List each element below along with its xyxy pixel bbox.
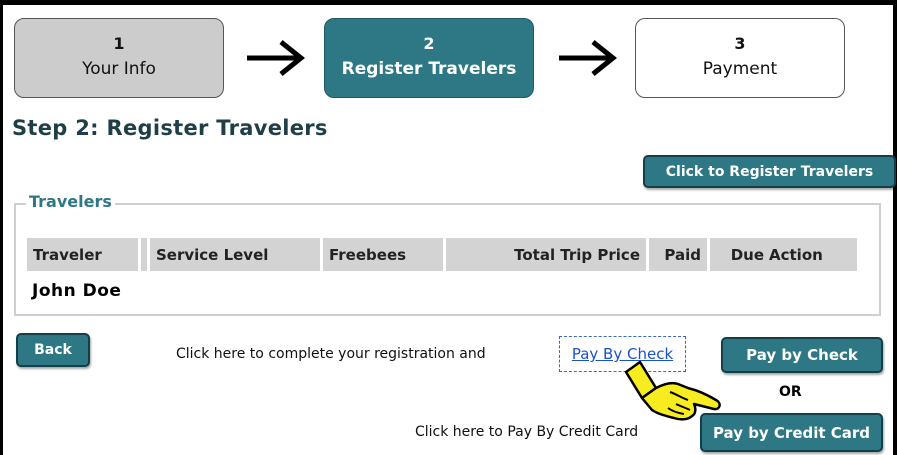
check-instruction-text: Click here to complete your registration… <box>176 346 486 362</box>
travelers-legend: Travelers <box>26 192 115 211</box>
step-number: 3 <box>734 34 746 53</box>
window-right-border <box>893 0 897 455</box>
step-number: 1 <box>113 34 125 53</box>
column-header-total-trip-price: Total Trip Price <box>446 238 646 271</box>
right-arrow-icon <box>247 40 306 76</box>
right-arrow-icon <box>559 40 618 76</box>
or-separator: OR <box>779 384 802 400</box>
window-top-border <box>0 0 897 5</box>
back-button[interactable]: Back <box>16 333 90 367</box>
window-left-border <box>0 0 3 455</box>
column-header-service-level: Service Level <box>150 238 320 271</box>
step-payment[interactable]: 3 Payment <box>635 18 845 98</box>
traveler-name: John Doe <box>32 281 122 301</box>
credit-card-instruction-text: Click here to Pay By Credit Card <box>415 424 639 440</box>
step-label: Payment <box>702 59 778 79</box>
step-label: Your Info <box>82 59 156 79</box>
column-header-paid: Paid <box>649 238 707 271</box>
register-travelers-button[interactable]: Click to Register Travelers <box>643 155 896 188</box>
travelers-table-header: Traveler Service Level Freebees Total Tr… <box>27 238 860 271</box>
column-header-freebees: Freebees <box>323 238 443 271</box>
page-title: Step 2: Register Travelers <box>12 116 328 140</box>
step-register-travelers[interactable]: 2 Register Travelers <box>324 18 534 98</box>
step-label: Register Travelers <box>341 59 517 79</box>
column-header-due: Due <box>710 238 767 271</box>
step-number: 2 <box>423 34 435 53</box>
pay-by-credit-card-button[interactable]: Pay by Credit Card <box>700 413 883 452</box>
column-separator <box>141 238 147 271</box>
column-header-action: Action <box>767 238 857 271</box>
step-your-info[interactable]: 1 Your Info <box>14 18 224 98</box>
column-header-traveler: Traveler <box>27 238 138 271</box>
pay-by-check-button[interactable]: Pay by Check <box>721 337 883 373</box>
